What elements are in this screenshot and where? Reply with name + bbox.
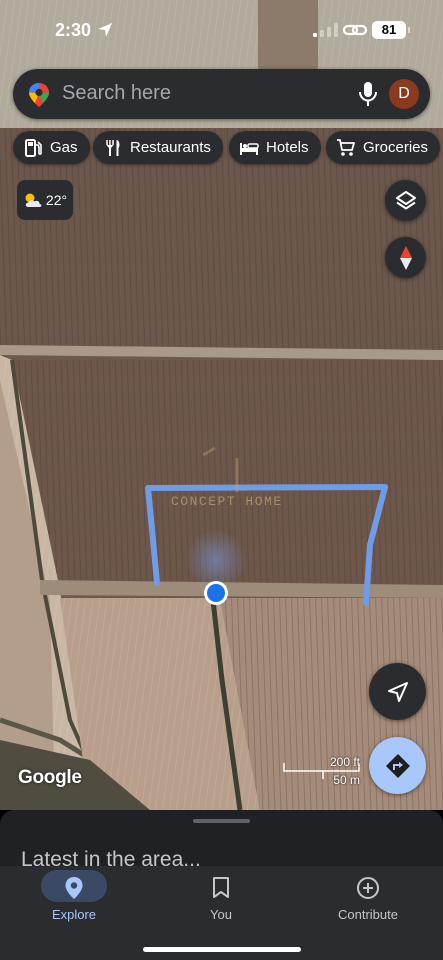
- fork-knife-icon: [106, 139, 120, 156]
- scale-feet: 200 ft: [329, 755, 360, 769]
- tab-explore[interactable]: Explore: [14, 871, 134, 922]
- chip-label: Hotels: [266, 139, 309, 156]
- tab-contribute[interactable]: Contribute: [308, 871, 428, 922]
- bed-icon: [240, 142, 259, 155]
- search-bar[interactable]: Search here D: [13, 69, 430, 119]
- google-maps-pin-icon: [29, 83, 49, 107]
- sheet-drag-handle[interactable]: [193, 819, 250, 823]
- status-time: 2:30: [55, 20, 92, 40]
- weather-temp: 22°: [45, 192, 68, 208]
- battery-indicator: 81: [372, 21, 410, 39]
- watermark-text: CONCEPT HOME: [171, 494, 283, 509]
- weather-badge[interactable]: 22°: [17, 180, 73, 220]
- signal-icon: [313, 23, 338, 37]
- location-pin-icon: [65, 877, 83, 899]
- chip-label: Groceries: [363, 139, 429, 156]
- chip-hotels[interactable]: Hotels: [229, 131, 321, 164]
- bookmark-icon: [213, 877, 229, 898]
- location-arrow-icon: [98, 23, 112, 37]
- tab-label: You: [210, 907, 232, 922]
- directions-icon: [385, 753, 410, 778]
- status-bar: 2:30 81: [0, 0, 443, 60]
- chip-gas[interactable]: Gas: [13, 131, 90, 164]
- tab-label: Contribute: [338, 907, 398, 922]
- layers-button[interactable]: [385, 180, 426, 221]
- plus-circle-icon: [357, 877, 379, 899]
- microphone-icon[interactable]: [358, 81, 378, 107]
- my-location-button[interactable]: [369, 663, 426, 720]
- link-icon: [343, 24, 367, 36]
- scale-bar: 200 ft 50 m: [283, 755, 363, 787]
- chip-groceries[interactable]: Groceries: [326, 131, 441, 164]
- chip-restaurants[interactable]: Restaurants: [93, 131, 223, 164]
- compass-icon: [399, 245, 412, 270]
- chip-label: Restaurants: [130, 139, 211, 156]
- account-avatar[interactable]: D: [389, 79, 419, 109]
- google-attribution: Google: [18, 767, 82, 788]
- partly-cloudy-icon: [25, 193, 42, 207]
- directions-button[interactable]: [369, 737, 426, 794]
- gas-station-icon: [25, 138, 42, 157]
- tab-label: Explore: [51, 907, 97, 922]
- bottom-sheet[interactable]: Latest in the area...: [0, 810, 443, 870]
- tab-you[interactable]: You: [161, 871, 281, 922]
- search-input[interactable]: Search here: [62, 82, 171, 105]
- cart-icon: [337, 138, 355, 156]
- bottom-navigation: Explore You Contribute: [0, 866, 443, 960]
- navigation-arrow-icon: [387, 681, 408, 702]
- chip-label: Gas: [50, 139, 78, 156]
- scale-meters: 50 m: [333, 773, 360, 787]
- layers-icon: [395, 190, 416, 209]
- compass-button[interactable]: [385, 237, 426, 278]
- home-indicator[interactable]: [143, 947, 301, 952]
